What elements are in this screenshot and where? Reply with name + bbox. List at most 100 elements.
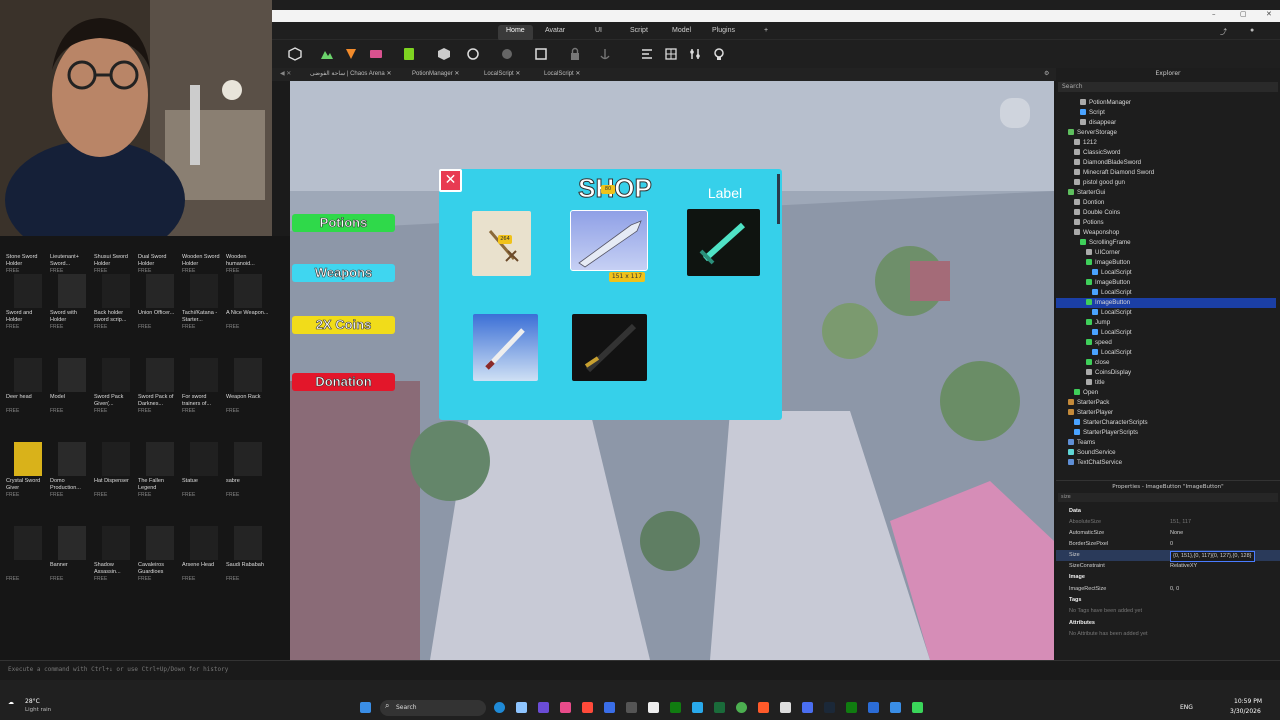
explorer-item[interactable]: UICorner xyxy=(1056,248,1276,258)
app-icon-5[interactable] xyxy=(626,702,637,713)
explorer-item[interactable]: SoundService xyxy=(1056,448,1276,458)
explorer-item[interactable]: ClassicSword xyxy=(1056,148,1276,158)
doc-tab-localscript-1[interactable]: LocalScript ✕ xyxy=(484,68,520,81)
windows-start-icon[interactable] xyxy=(360,702,371,713)
roblox-studio-icon[interactable] xyxy=(802,702,813,713)
app-icon-4[interactable] xyxy=(604,702,615,713)
shop-frame[interactable]: SHOP Label ✕ 151 x 117 264 80 xyxy=(439,169,782,420)
grid-icon[interactable] xyxy=(664,47,678,61)
explorer-item[interactable]: close xyxy=(1056,358,1276,368)
app-icon-9[interactable] xyxy=(868,702,879,713)
prop-imagerectsize[interactable]: ImageRectSize 0, 0 xyxy=(1056,584,1280,595)
app-icon-10[interactable] xyxy=(890,702,901,713)
explorer-item[interactable]: Script xyxy=(1056,108,1276,118)
prop-bordersizepixel[interactable]: BorderSizePixel 0 xyxy=(1056,539,1280,550)
app-icon-2[interactable] xyxy=(560,702,571,713)
section-image[interactable]: Image xyxy=(1056,572,1280,583)
taskbar-search[interactable]: ⌕ Search xyxy=(380,700,486,716)
explorer-item[interactable]: Teams xyxy=(1056,438,1276,448)
explorer-item[interactable]: Minecraft Diamond Sword xyxy=(1056,168,1276,178)
clock-time[interactable]: 10:59 PM xyxy=(1234,698,1262,705)
terrain-icon[interactable] xyxy=(320,47,334,61)
gear-icon[interactable]: ⚙ xyxy=(1044,68,1049,81)
item-card-dark-sword[interactable] xyxy=(572,314,647,381)
explorer-item[interactable]: Weaponshop xyxy=(1056,228,1276,238)
prop-sizeconstraint[interactable]: SizeConstraint RelativeXY xyxy=(1056,561,1280,572)
explorer-app-icon[interactable] xyxy=(516,702,527,713)
brave-icon[interactable] xyxy=(758,702,769,713)
explorer-item[interactable]: LocalScript xyxy=(1056,348,1276,358)
item-card-sky-sword[interactable] xyxy=(473,314,538,381)
toolbox-item[interactable]: Arsene Head FREE xyxy=(182,526,226,636)
explorer-item[interactable]: title xyxy=(1056,378,1276,388)
tab-plugins[interactable]: Plugins xyxy=(704,25,743,41)
explorer-item[interactable]: CoinsDisplay xyxy=(1056,368,1276,378)
steam-icon[interactable] xyxy=(824,702,835,713)
app-icon-7[interactable] xyxy=(714,702,725,713)
toolbox-item[interactable]: FREE xyxy=(6,526,50,636)
gui-icon[interactable] xyxy=(369,47,383,61)
telegram-icon[interactable] xyxy=(692,702,703,713)
part-icon[interactable] xyxy=(288,47,302,61)
weather-icon[interactable]: ☁ xyxy=(8,699,14,706)
prop-automaticsize[interactable]: AutomaticSize None xyxy=(1056,528,1280,539)
explorer-item[interactable]: ImageButton xyxy=(1056,278,1276,288)
explorer-item[interactable]: LocalScript xyxy=(1056,308,1276,318)
explorer-search-input[interactable]: Search xyxy=(1058,82,1278,92)
explorer-item[interactable]: Open xyxy=(1056,388,1276,398)
command-input[interactable]: Execute a command with Ctrl+↓ or use Ctr… xyxy=(8,666,228,673)
circle-tool-icon[interactable] xyxy=(466,47,480,61)
doc-tab-place[interactable]: ساحة الفوضى | Chaos Arena ✕ xyxy=(310,68,391,81)
tab-avatar[interactable]: Avatar xyxy=(537,25,573,41)
explorer-item[interactable]: ScrollingFrame xyxy=(1056,238,1276,248)
explorer-item[interactable]: disappear xyxy=(1056,118,1276,128)
toolbox-item[interactable]: Banner FREE xyxy=(50,526,94,636)
potions-button[interactable]: Potions xyxy=(292,214,395,232)
explorer-item[interactable]: PotionManager xyxy=(1056,98,1276,108)
section-attributes[interactable]: Attributes xyxy=(1056,618,1280,629)
item-card-diamond-sword[interactable] xyxy=(687,209,760,276)
app-icon-3[interactable] xyxy=(582,702,593,713)
explorer-item[interactable]: LocalScript xyxy=(1056,288,1276,298)
sliders-icon[interactable] xyxy=(688,47,702,61)
tab-ui[interactable]: UI xyxy=(587,25,610,41)
explorer-item[interactable]: StarterGui xyxy=(1056,188,1276,198)
chrome-icon[interactable] xyxy=(736,702,747,713)
doc-tab-localscript-2[interactable]: LocalScript ✕ xyxy=(544,68,580,81)
donation-button[interactable]: Donation xyxy=(292,373,395,391)
close-button[interactable]: ✕ xyxy=(439,169,462,192)
properties-filter-input[interactable]: size xyxy=(1058,493,1278,502)
tab-menu-icon[interactable]: ◀ ✕ xyxy=(280,68,291,81)
language-indicator[interactable]: ENG xyxy=(1180,704,1193,711)
app-icon-8[interactable] xyxy=(846,702,857,713)
package-icon[interactable] xyxy=(437,47,451,61)
explorer-item[interactable]: StarterCharacterScripts xyxy=(1056,418,1276,428)
minimize-icon[interactable]: – xyxy=(1212,10,1216,18)
tab-script[interactable]: Script xyxy=(622,25,656,41)
edge-icon[interactable] xyxy=(494,702,505,713)
prop-size[interactable]: Size {0, 151},{0, 117}{0, 127},{0, 128} xyxy=(1056,550,1280,562)
section-tags[interactable]: Tags xyxy=(1056,595,1280,606)
explorer-item[interactable]: Dontion xyxy=(1056,198,1276,208)
section-data[interactable]: Data xyxy=(1056,506,1280,517)
move-icon[interactable] xyxy=(344,47,358,61)
explorer-item[interactable]: 1212 xyxy=(1056,138,1276,148)
align-icon[interactable] xyxy=(640,47,654,61)
toolbox-item[interactable]: Cavaleiros Guardioes FREE xyxy=(138,526,182,636)
scrollbar[interactable] xyxy=(777,174,780,224)
explorer-item[interactable]: speed xyxy=(1056,338,1276,348)
toolbox-item[interactable]: Shadow Assassin... FREE xyxy=(94,526,138,636)
explorer-item[interactable]: Double Coins xyxy=(1056,208,1276,218)
roblox-icon[interactable] xyxy=(780,702,791,713)
command-bar[interactable]: Execute a command with Ctrl+↓ or use Ctr… xyxy=(0,660,1280,680)
bell-icon[interactable]: ● xyxy=(1242,25,1262,41)
explorer-item[interactable]: ImageButton xyxy=(1056,258,1276,268)
xbox-icon[interactable] xyxy=(670,702,681,713)
doc-tab-potionmanager[interactable]: PotionManager ✕ xyxy=(412,68,459,81)
toolbox-item[interactable]: Saudi Rababah FREE xyxy=(226,526,270,636)
double-coins-button[interactable]: 2X Coins xyxy=(292,316,395,334)
team-test-icon[interactable] xyxy=(712,47,726,61)
explorer-item[interactable]: LocalScript xyxy=(1056,268,1276,278)
lock-icon[interactable] xyxy=(568,47,582,61)
explorer-item[interactable]: ImageButton xyxy=(1056,298,1276,308)
